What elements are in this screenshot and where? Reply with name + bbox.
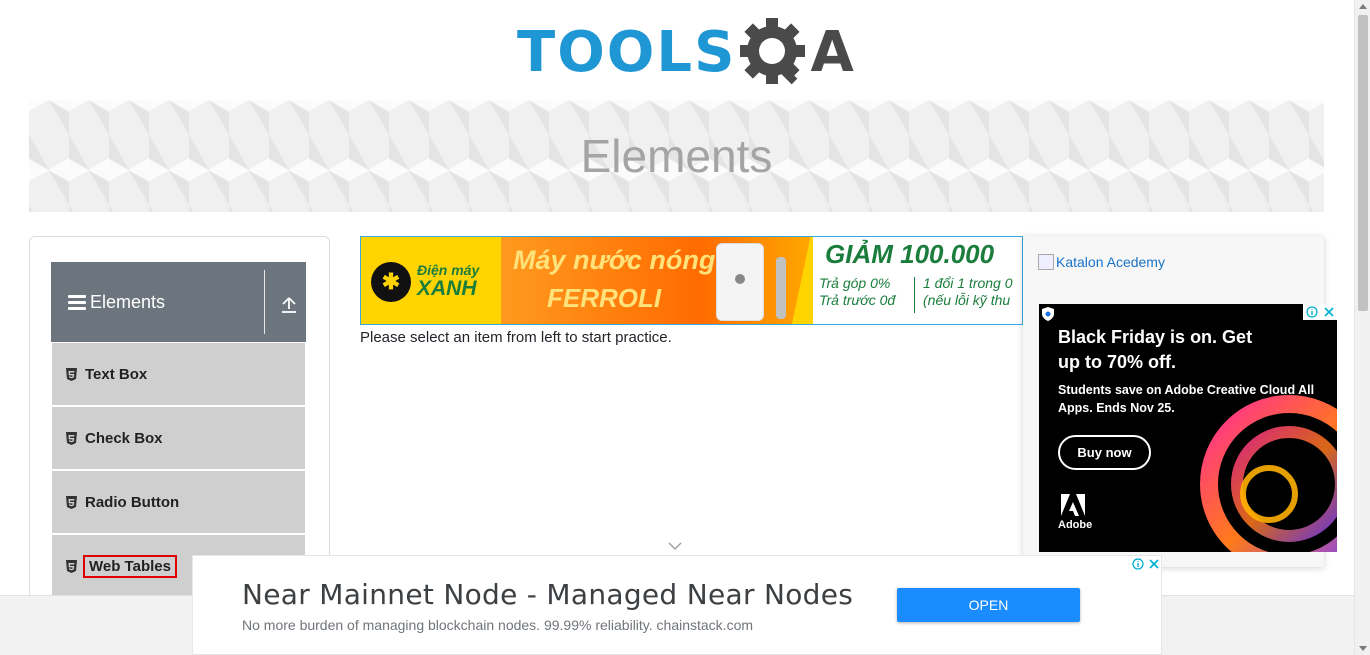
scroll-down-arrow-icon[interactable] (1359, 646, 1367, 651)
water-heater-image (716, 243, 764, 321)
scrollbar-thumb[interactable] (1358, 15, 1368, 311)
shield-icon (1042, 307, 1054, 321)
page-banner: Elements (29, 100, 1324, 212)
toolsqa-logo[interactable]: TOOLS A (517, 16, 854, 90)
top-banner-ad[interactable]: ✱ Điện máy XANH Máy nước nóng FERROLI GI… (360, 236, 1023, 325)
menu-item-check-box[interactable]: Check Box (52, 407, 305, 469)
menu-item-radio-button[interactable]: Radio Button (52, 471, 305, 533)
html5-icon (66, 431, 77, 445)
menu-item-label: Check Box (85, 429, 163, 447)
ad-product-block: Máy nước nóng FERROLI (501, 237, 831, 324)
close-icon[interactable] (1148, 559, 1159, 569)
page-title: Elements (580, 130, 773, 182)
ad-product-line1: Máy nước nóng (513, 245, 716, 275)
header-divider (264, 270, 265, 334)
practice-instruction: Please select an item from left to start… (360, 329, 672, 346)
html5-icon (66, 495, 77, 509)
scroll-up-arrow-icon[interactable] (1359, 4, 1367, 9)
logo-a: A (810, 20, 854, 85)
gear-magnifier-icon (740, 18, 806, 85)
ad-deal-col2-line1: 1 đổi 1 trong 0 (923, 275, 1013, 291)
ad-deal-col2: 1 đổi 1 trong 0 (nếu lỗi kỹ thu (923, 275, 1013, 309)
buy-now-button[interactable]: Buy now (1058, 435, 1151, 470)
logo-text: TOOLS (517, 20, 737, 85)
group-title: Elements (90, 291, 166, 312)
bottom-ad-subline: No more burden of managing blockchain no… (242, 617, 754, 633)
ad-deal-headline: GIẢM 100.000 (825, 239, 995, 269)
page: TOOLS A Elements Elements Text Box Check… (0, 0, 1370, 655)
creative-cloud-art (1200, 395, 1337, 552)
katalon-ad-link[interactable]: Katalon Acedemy (1038, 254, 1165, 270)
html5-icon (66, 367, 77, 381)
ad-deal-col1-line2: Trả trước 0đ (819, 291, 896, 308)
ad-deal-col1: Trả góp 0% Trả trước 0đ (819, 275, 895, 309)
chevron-down-icon[interactable] (668, 541, 682, 551)
menu-item-text-box[interactable]: Text Box (52, 343, 305, 405)
ad-choices[interactable] (1129, 556, 1161, 572)
elements-group-header[interactable]: Elements (51, 262, 306, 342)
running-man-icon: ✱ (371, 261, 411, 302)
close-icon[interactable] (1324, 307, 1334, 317)
ad-brand-line2: XANH (417, 276, 477, 300)
upload-arrow-icon[interactable] (280, 296, 298, 314)
ad-brand-line1: Điện máy (417, 262, 480, 279)
adobe-ad[interactable]: Black Friday is on. Get up to 70% off. S… (1039, 304, 1337, 552)
ad-deal-block: GIẢM 100.000 Trả góp 0% Trả trước 0đ 1 đ… (813, 237, 1022, 324)
ad-brand-name: Điện máy XANH (417, 263, 479, 300)
katalon-alt-text: Katalon Acedemy (1056, 254, 1165, 270)
adobe-icon (1061, 494, 1085, 516)
ad-deal-separator (914, 277, 915, 313)
hamburger-icon (68, 294, 86, 310)
logo-qa: A (740, 17, 854, 89)
vertical-scrollbar[interactable] (1354, 0, 1370, 655)
broken-image-icon (1038, 254, 1054, 270)
info-icon[interactable] (1131, 558, 1144, 570)
open-button[interactable]: OPEN (897, 588, 1080, 622)
html5-icon (66, 559, 77, 573)
ad-brand-block: ✱ Điện máy XANH (361, 237, 501, 324)
menu-item-label: Radio Button (85, 493, 180, 511)
ad-product-line2: FERROLI (547, 283, 662, 313)
bottom-sticky-ad[interactable]: Near Mainnet Node - Managed Near Nodes N… (192, 555, 1162, 655)
bottom-ad-headline: Near Mainnet Node - Managed Near Nodes (242, 578, 854, 611)
ad-choices[interactable] (1303, 304, 1337, 320)
shower-pipe-image (776, 257, 786, 319)
adobe-logo: Adobe (1058, 494, 1093, 531)
menu-item-label: Text Box (85, 365, 148, 383)
adobe-brand-text: Adobe (1058, 519, 1093, 531)
info-icon[interactable] (1306, 306, 1318, 318)
ad-deal-col1-line1: Trả góp 0% (819, 275, 891, 291)
adobe-ad-headline: Black Friday is on. Get up to 70% off. (1058, 327, 1253, 372)
menu-item-label-highlighted: Web Tables (83, 554, 177, 578)
ad-deal-col2-line2: (nếu lỗi kỹ thu (923, 291, 1011, 308)
